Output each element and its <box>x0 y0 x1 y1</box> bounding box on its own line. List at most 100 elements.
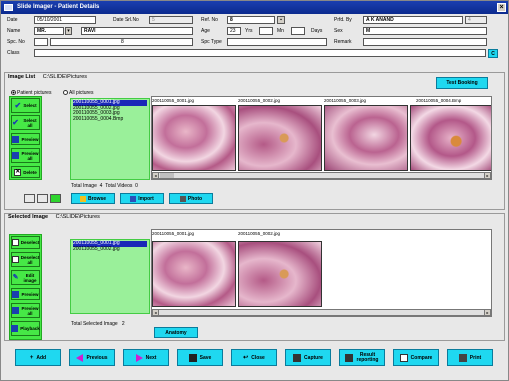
selected-preview-all-button[interactable]: Preview all <box>11 303 40 318</box>
selected-image-header: Selected Image C:\SLIDE\Pictures <box>8 214 100 220</box>
thumb-caption: 200110055_0001.jpg <box>152 98 194 103</box>
capture-button[interactable]: Capture <box>285 349 331 366</box>
image-file-list[interactable]: 200110055_0001.jpg 200110055_0002.jpg 20… <box>70 98 150 180</box>
result-reporting-label: Result reporting <box>356 351 379 363</box>
window-title: Slide Imager - Patient Details <box>17 4 100 10</box>
selected-thumbnail-strip: 200110055_0001.jpg 200110055_0002.jpg ◂ ▸ <box>151 229 492 317</box>
spc-no-prefix-field[interactable] <box>34 38 48 46</box>
check-all-icon: ✔ <box>12 118 19 127</box>
slide-thumbnail[interactable] <box>238 241 322 307</box>
camera-icon <box>179 195 186 202</box>
select-all-button-label: Select all <box>23 117 37 128</box>
slide-imager-window: Slide Imager - Patient Details × Date 05… <box>0 0 509 381</box>
age-days-field[interactable] <box>291 27 305 35</box>
sex-field[interactable]: M <box>363 27 487 35</box>
add-icon: + <box>29 354 34 361</box>
app-icon <box>4 4 13 11</box>
image-strip-scrollbar[interactable]: ◂ ▸ <box>152 172 491 179</box>
close-window-button[interactable]: × <box>497 3 506 12</box>
age-years-field[interactable]: 23 <box>227 27 241 35</box>
name-field[interactable]: RAVI <box>81 27 193 35</box>
age-months-field[interactable] <box>259 27 273 35</box>
prfd-by-code-field[interactable]: 4 <box>465 16 487 24</box>
slide-thumbnail[interactable] <box>152 105 236 171</box>
selected-strip-scrollbar[interactable]: ◂ ▸ <box>152 309 491 316</box>
radio-all-pictures[interactable]: All pictures <box>63 90 93 96</box>
scroll-left-arrow-icon[interactable]: ◂ <box>153 173 159 178</box>
print-button[interactable]: Print <box>447 349 493 366</box>
close-button[interactable]: ↩ Close <box>231 349 277 366</box>
result-reporting-button[interactable]: Result reporting <box>339 349 385 366</box>
browse-button[interactable]: Browse <box>71 193 115 204</box>
delete-button[interactable]: ✕ Delete <box>11 166 40 178</box>
class-lookup-button[interactable]: C <box>488 49 498 58</box>
remark-label: Remark <box>334 39 352 45</box>
spc-no-value: 8 <box>121 39 124 45</box>
deselect-button[interactable]: Deselect <box>11 236 40 249</box>
view-toggle-button[interactable] <box>37 194 48 203</box>
deselect-all-label: Deselect all <box>20 254 40 265</box>
thumb-caption: 200110055_0002.jpg <box>238 98 280 103</box>
previous-arrow-icon <box>76 353 84 362</box>
list-item[interactable]: 200110055_0004.Bmp <box>73 116 147 123</box>
photo-label: Photo <box>187 195 203 202</box>
name-title-select[interactable]: MR. <box>34 27 64 35</box>
total-image-label: Total Image 4 Total Videos 0 <box>71 183 138 189</box>
spc-no-field[interactable]: 8 <box>50 38 193 46</box>
browse-label: Browse <box>87 195 107 202</box>
image-list-title: Image List <box>8 74 36 80</box>
scroll-right-arrow-icon[interactable]: ▸ <box>484 173 490 178</box>
radio-all-label: All pictures <box>69 90 94 96</box>
spc-type-field[interactable] <box>227 38 327 46</box>
next-label: Next <box>145 354 157 361</box>
select-all-button[interactable]: ✔ Select all <box>11 115 40 130</box>
import-button[interactable]: Import <box>120 193 164 204</box>
next-button[interactable]: Next <box>123 349 169 366</box>
test-booking-button[interactable]: Test Booking <box>436 77 488 89</box>
delete-x-icon: ✕ <box>14 168 22 176</box>
preview-icon <box>12 135 20 143</box>
total-image-value: 4 <box>99 183 103 189</box>
select-button[interactable]: ✔ Select <box>11 98 40 113</box>
date-field[interactable]: 05/10/2001 <box>34 16 96 24</box>
edit-image-button[interactable]: ✎ Edit image <box>11 270 40 285</box>
previous-button[interactable]: Previous <box>69 349 115 366</box>
preview-button-label: Preview <box>21 136 39 142</box>
slide-thumbnail[interactable] <box>238 105 322 171</box>
save-button[interactable]: Save <box>177 349 223 366</box>
slide-thumbnail[interactable] <box>152 241 236 307</box>
preview-all-icon <box>12 307 19 314</box>
selected-file-list[interactable]: 200110055_0001.jpg 200110055_0002.jpg <box>70 239 150 314</box>
video-toggle-button[interactable] <box>24 194 35 203</box>
preview-all-button[interactable]: Preview all <box>11 148 40 163</box>
selected-preview-button[interactable]: Preview <box>11 288 40 300</box>
preview-button[interactable]: Preview <box>11 133 40 145</box>
photo-button[interactable]: Photo <box>169 193 213 204</box>
anatomy-button[interactable]: Anatomy <box>154 327 198 338</box>
playback-label: Playback <box>20 326 40 331</box>
date-srl-field[interactable]: 5 <box>149 16 193 24</box>
add-button[interactable]: + Add <box>15 349 61 366</box>
scroll-thumb[interactable] <box>160 173 174 178</box>
total-videos-value: 0 <box>135 183 138 189</box>
prfd-by-field[interactable]: A K ANAND <box>363 16 463 24</box>
compare-button[interactable]: Compare <box>393 349 439 366</box>
scroll-left-arrow-icon[interactable]: ◂ <box>153 310 159 315</box>
slide-thumbnail[interactable] <box>324 105 408 171</box>
thumb-caption: 200110055_0001.jpg <box>152 231 194 236</box>
class-field[interactable] <box>34 49 486 57</box>
age-label: Age <box>201 28 210 34</box>
ref-no-field[interactable]: 8 <box>227 16 275 24</box>
printer-icon <box>458 353 467 362</box>
thumb-caption: 200110055_0002.jpg <box>238 231 280 236</box>
deselect-all-button[interactable]: Deselect all <box>11 252 40 267</box>
remark-field[interactable] <box>363 38 487 46</box>
scroll-right-arrow-icon[interactable]: ▸ <box>484 310 490 315</box>
name-title-dropdown-button[interactable]: ▾ <box>65 27 72 35</box>
green-toggle-button[interactable] <box>50 194 61 203</box>
playback-button[interactable]: Playback <box>11 321 40 336</box>
list-item[interactable]: 200110055_0002.jpg <box>73 246 147 253</box>
ref-no-picker-button[interactable]: ▪ <box>277 16 285 24</box>
slide-thumbnail[interactable] <box>410 105 491 171</box>
selected-preview-all-label: Preview all <box>21 305 39 316</box>
